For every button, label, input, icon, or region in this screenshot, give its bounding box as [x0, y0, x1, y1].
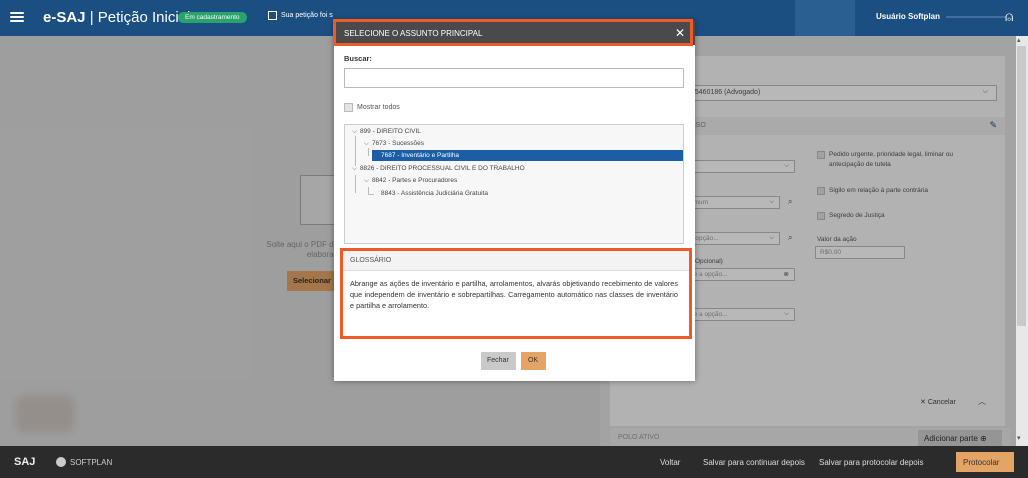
save-continue-button[interactable]: Salvar para continuar depois: [703, 458, 805, 467]
softplan-logo-icon: [56, 457, 66, 467]
tree-connector: [355, 175, 356, 193]
scroll-down-icon[interactable]: ▾: [1017, 434, 1021, 442]
status-badge: Em cadastramento: [178, 12, 247, 23]
page-title: Petição Inicial: [97, 9, 191, 26]
tree-item-label: 8842 - Partes e Procuradores: [371, 177, 458, 184]
modal-header-highlight: [333, 19, 693, 46]
save-protocol-later-button[interactable]: Salvar para protocolar depois: [819, 458, 924, 467]
saj-logo: SAJ: [14, 456, 36, 468]
show-all-checkbox[interactable]: [344, 103, 353, 112]
tree-item-label: 8826 - DIREITO PROCESSUAL CIVIL E DO TRA…: [359, 165, 525, 172]
bottom-bar: SAJ SOFTPLAN Voltar Salvar para continua…: [0, 446, 1028, 478]
glossary-text: Abrange as ações de inventário e partilh…: [350, 279, 678, 310]
tree-connector: [355, 136, 356, 166]
app-name: e-SAJ: [43, 9, 86, 26]
save-indicator-text: Sua petição foi s: [281, 12, 333, 19]
tree-connector: [368, 148, 369, 156]
tree-connector: [368, 194, 374, 195]
protocol-button[interactable]: Protocolar: [956, 452, 1014, 472]
tree-item-8826[interactable]: ⌵ 8826 - DIREITO PROCESSUAL CIVIL E DO TR…: [352, 163, 525, 174]
tree-item-7673[interactable]: ⌵ 7673 - Sucessões: [364, 138, 424, 149]
close-button[interactable]: Fechar: [481, 352, 516, 370]
chevron-down-icon[interactable]: ⌵: [352, 165, 357, 172]
search-label: Buscar:: [344, 54, 372, 63]
softplan-logo-text: SOFTPLAN: [70, 457, 113, 467]
chevron-down-icon[interactable]: ⌵: [364, 140, 369, 147]
search-input[interactable]: [344, 68, 684, 88]
save-icon: [268, 11, 277, 20]
show-all-label: Mostrar todos: [357, 104, 400, 111]
user-name[interactable]: Usuário Softplan: [876, 12, 940, 21]
user-detail-blurred: [946, 16, 1006, 18]
ok-button[interactable]: OK: [521, 352, 546, 370]
tree-item-899[interactable]: ⌵ 899 - DIREITO CIVIL: [352, 126, 421, 137]
save-indicator: Sua petição foi s: [268, 11, 333, 20]
softplan-logo: SOFTPLAN: [56, 457, 112, 467]
menu-icon[interactable]: [10, 12, 24, 22]
tree-item-7687-label: 7687 - Inventário e Partilha: [381, 152, 460, 159]
user-icon[interactable]: ⍝: [1005, 8, 1013, 25]
top-notification-area[interactable]: [795, 0, 855, 36]
scrollbar-thumb[interactable]: [1017, 46, 1026, 326]
glossary-header: GLOSSÁRIO: [343, 251, 689, 271]
tree-item-label: 7673 - Sucessões: [371, 140, 424, 147]
scroll-up-icon[interactable]: ▴: [1017, 36, 1021, 44]
back-button[interactable]: Voltar: [660, 458, 680, 467]
chevron-down-icon[interactable]: ⌵: [352, 128, 357, 135]
app-title: e-SAJ | Petição Inicial: [43, 9, 191, 26]
tree-item-8843[interactable]: 8843 - Assistência Judiciária Gratuita: [381, 188, 488, 199]
tree-item-8842[interactable]: ⌵ 8842 - Partes e Procuradores: [364, 175, 457, 186]
chevron-down-icon[interactable]: ⌵: [364, 177, 369, 184]
tree-item-label: 899 - DIREITO CIVIL: [359, 128, 421, 135]
